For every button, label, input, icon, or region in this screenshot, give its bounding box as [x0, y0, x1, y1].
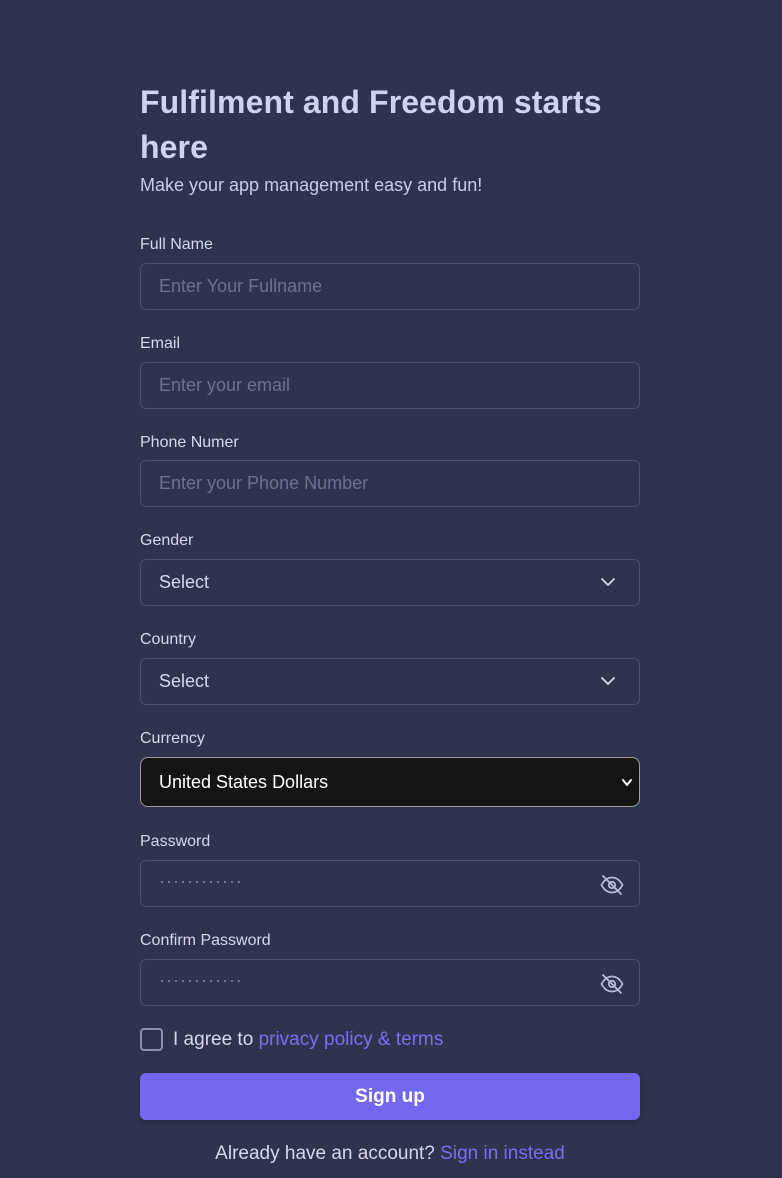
country-select[interactable]: Select: [140, 658, 640, 705]
password-field: Password ············: [140, 832, 640, 907]
terms-agreement: I agree to privacy policy & terms: [140, 1028, 443, 1051]
confirm-password-placeholder: ············: [159, 969, 243, 990]
signup-form: Fulfilment and Freedom starts here Make …: [140, 80, 640, 1164]
currency-value: United States Dollars: [159, 771, 329, 792]
sign-up-label: Sign up: [355, 1085, 425, 1107]
sign-up-button[interactable]: Sign up: [140, 1073, 640, 1120]
currency-select[interactable]: United States Dollars: [140, 757, 640, 807]
email-field: Email Enter your email: [140, 334, 640, 409]
currency-label: Currency: [140, 730, 205, 747]
terms-checkbox[interactable]: [140, 1028, 163, 1051]
page-title: Fulfilment and Freedom starts here: [140, 84, 602, 165]
chevron-down-icon: [622, 779, 632, 786]
full-name-input[interactable]: Enter Your Fullname: [140, 263, 640, 310]
phone-input[interactable]: Enter your Phone Number: [140, 460, 640, 507]
country-field: Country Select: [140, 630, 640, 705]
email-label: Email: [140, 335, 181, 352]
currency-field: Currency United States Dollars: [140, 729, 640, 807]
password-input[interactable]: ············: [140, 860, 640, 907]
full-name-field: Full Name Enter Your Fullname: [140, 235, 640, 310]
terms-prefix: I agree to: [173, 1028, 254, 1050]
phone-label: Phone Numer: [140, 434, 239, 451]
password-label: Password: [140, 833, 211, 850]
eye-off-icon[interactable]: [599, 971, 625, 997]
sign-in-prompt-text: Already have an account?: [215, 1143, 435, 1164]
eye-off-icon[interactable]: [599, 872, 625, 898]
page-subtitle: Make your app management easy and fun!: [140, 175, 483, 195]
gender-value: Select: [159, 572, 210, 592]
privacy-terms-link[interactable]: privacy policy & terms: [259, 1029, 444, 1050]
email-placeholder: Enter your email: [159, 375, 291, 395]
gender-select[interactable]: Select: [140, 559, 640, 606]
chevron-down-icon: [601, 677, 615, 685]
confirm-password-field: Confirm Password ············: [140, 931, 640, 1006]
signup-page: Fulfilment and Freedom starts here Make …: [0, 0, 782, 1178]
terms-text: I agree to privacy policy & terms: [173, 1029, 443, 1051]
full-name-placeholder: Enter Your Fullname: [159, 276, 323, 296]
country-label: Country: [140, 631, 197, 648]
confirm-password-input[interactable]: ············: [140, 959, 640, 1006]
chevron-down-icon: [601, 578, 615, 586]
phone-field: Phone Numer Enter your Phone Number: [140, 433, 640, 507]
sign-in-link[interactable]: Sign in instead: [440, 1143, 565, 1164]
gender-field: Gender Select: [140, 531, 640, 606]
country-value: Select: [159, 671, 210, 691]
phone-placeholder: Enter your Phone Number: [159, 473, 369, 493]
confirm-password-label: Confirm Password: [140, 932, 271, 949]
email-input[interactable]: Enter your email: [140, 362, 640, 409]
sign-in-prompt: Already have an account? Sign in instead: [140, 1143, 640, 1165]
gender-label: Gender: [140, 532, 194, 549]
password-placeholder: ············: [159, 870, 243, 891]
full-name-label: Full Name: [140, 236, 213, 253]
